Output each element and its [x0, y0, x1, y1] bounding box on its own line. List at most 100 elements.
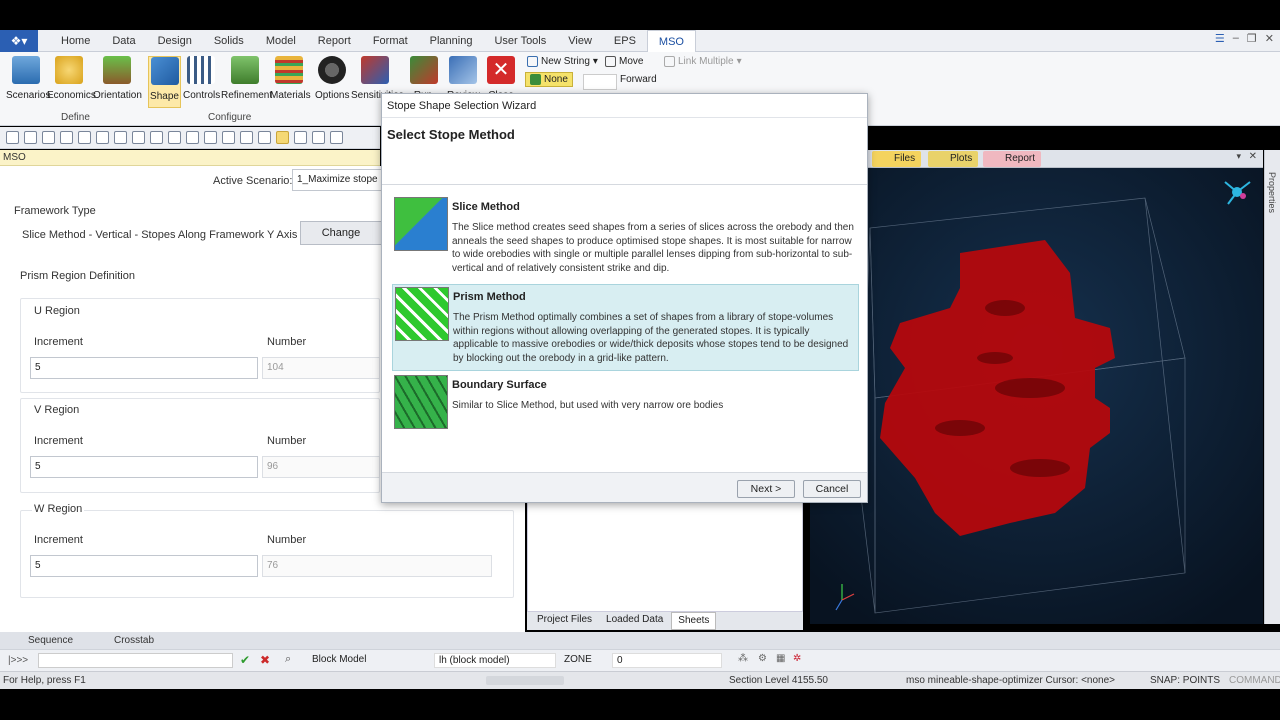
cancel-button[interactable]: Cancel [803, 480, 861, 498]
materials-button[interactable]: Materials [270, 56, 311, 101]
economics-button[interactable]: Economics [47, 56, 96, 101]
new-string-button[interactable]: New String ▾ [527, 56, 598, 67]
move-button[interactable]: Move [605, 56, 643, 67]
zoom-out-icon[interactable] [96, 131, 109, 144]
tab-plots[interactable]: Plots [928, 151, 979, 167]
snap-grid-icon[interactable] [294, 131, 307, 144]
snap-icon[interactable] [276, 131, 289, 144]
tab-sheets[interactable]: Sheets [671, 612, 717, 630]
forward-button[interactable]: Forward [620, 74, 657, 85]
app-menu-button[interactable]: ❖▾ [0, 30, 38, 52]
tab-view[interactable]: View [557, 30, 603, 52]
layout-icon[interactable]: ☰ [1215, 32, 1225, 45]
snap-point-icon[interactable] [330, 131, 343, 144]
v-number-label: Number [267, 435, 307, 447]
tab-report-viewer[interactable]: Report [983, 151, 1042, 167]
zoom-previous-icon[interactable] [150, 131, 163, 144]
tab-report[interactable]: Report [307, 30, 362, 52]
orientation-button[interactable]: Orientation [93, 56, 142, 101]
tab-mso[interactable]: MSO [646, 30, 696, 52]
link-icon [664, 56, 675, 67]
option-boundary-surface[interactable]: Boundary Surface Similar to Slice Method… [392, 373, 859, 429]
tab-home[interactable]: Home [50, 30, 101, 52]
tab-project-files[interactable]: Project Files [531, 612, 598, 630]
zoom-in-icon[interactable] [78, 131, 91, 144]
controls-button[interactable]: Controls [183, 56, 220, 101]
tab-planning[interactable]: Planning [419, 30, 484, 52]
tab-loaded-data[interactable]: Loaded Data [600, 612, 669, 630]
cancel-x-icon[interactable]: ✖ [260, 653, 270, 667]
link-multiple-button[interactable]: Link Multiple ▾ [664, 56, 742, 67]
zoom-fit-icon[interactable] [168, 131, 181, 144]
restore-icon[interactable]: ❐ [1247, 32, 1257, 45]
progress-bar [486, 676, 564, 685]
tab-model[interactable]: Model [255, 30, 307, 52]
lh-block-model-select[interactable]: lh (block model) [434, 653, 556, 668]
filter-icon[interactable]: ⁂ [738, 653, 748, 664]
u-region-label: U Region [32, 305, 82, 317]
clear-icon[interactable]: ✲ [793, 653, 801, 664]
options-button[interactable]: Options [315, 56, 349, 101]
snap-line-icon[interactable] [312, 131, 325, 144]
close-icon[interactable]: ✕ [1249, 151, 1257, 162]
group-label-define: Define [61, 112, 90, 123]
zone-value-select[interactable]: 0 [612, 653, 722, 668]
search-icon[interactable]: ⌕ [285, 653, 291, 666]
v-increment-input[interactable]: 5 [30, 456, 258, 478]
block-model-select[interactable]: Block Model [308, 653, 428, 668]
zone-select[interactable]: ZONE [560, 653, 606, 668]
tab-eps[interactable]: EPS [603, 30, 647, 52]
group-label-configure: Configure [208, 112, 252, 123]
next-button[interactable]: Next > [737, 480, 795, 498]
w-increment-input[interactable]: 5 [30, 555, 258, 577]
option-prism-method[interactable]: Prism Method The Prism Method optimally … [392, 284, 859, 371]
move-view-icon[interactable] [186, 131, 199, 144]
move-icon [605, 56, 616, 67]
tab-solids[interactable]: Solids [203, 30, 255, 52]
grid-icon[interactable]: ▦ [776, 653, 785, 664]
select-icon[interactable] [204, 131, 217, 144]
settings-icon[interactable]: ⚙ [758, 653, 767, 664]
tab-crosstab[interactable]: Crosstab [90, 633, 162, 648]
shape-icon [150, 57, 179, 85]
select-poly-icon[interactable] [240, 131, 253, 144]
minimize-icon[interactable]: – [1233, 32, 1239, 45]
option-description: Similar to Slice Method, but used with v… [452, 400, 724, 411]
refinement-button[interactable]: Refinement [221, 56, 272, 101]
bottom-tab-bar: Sequence Crosstab [0, 632, 1280, 649]
tab-format[interactable]: Format [362, 30, 419, 52]
shape-button[interactable]: Shape [148, 56, 181, 108]
select-box-icon[interactable] [222, 131, 235, 144]
sliders-icon [187, 56, 215, 84]
command-prompt: |>>> [8, 655, 29, 666]
change-button[interactable]: Change [300, 221, 382, 245]
3d-viewer[interactable] [810, 168, 1263, 624]
zoom-icon[interactable] [60, 131, 73, 144]
tab-user-tools[interactable]: User Tools [483, 30, 557, 52]
option-slice-method[interactable]: Slice Method The Slice method creates se… [392, 195, 859, 274]
gear-icon [318, 56, 346, 84]
value-box[interactable] [583, 74, 617, 90]
tab-sequence[interactable]: Sequence [4, 633, 81, 648]
u-increment-input[interactable]: 5 [30, 357, 258, 379]
zoom-window-icon[interactable] [132, 131, 145, 144]
option-title: Slice Method [452, 201, 520, 213]
command-input[interactable] [38, 653, 233, 668]
stope-shape-wizard-dialog: Stope Shape Selection Wizard Select Stop… [381, 93, 868, 503]
active-scenario-select[interactable]: 1_Maximize stope [292, 169, 382, 191]
tab-data[interactable]: Data [101, 30, 146, 52]
none-dropdown[interactable]: None [525, 72, 573, 87]
rotate-icon[interactable] [6, 131, 19, 144]
orbit-icon[interactable] [42, 131, 55, 144]
pan-icon[interactable] [24, 131, 37, 144]
close-window-icon[interactable]: ✕ [1265, 32, 1274, 45]
properties-sidebar[interactable]: Properties [1264, 150, 1280, 624]
check-icon[interactable]: ✔ [240, 653, 250, 667]
zoom-extents-icon[interactable] [114, 131, 127, 144]
select-pointer-icon[interactable] [258, 131, 271, 144]
tab-files[interactable]: Files [872, 151, 922, 167]
dropdown-icon[interactable]: ▾ [1236, 151, 1241, 162]
option-description: The Slice method creates seed shapes fro… [452, 222, 854, 274]
tab-design[interactable]: Design [147, 30, 203, 52]
scenarios-button[interactable]: Scenarios [6, 56, 50, 101]
